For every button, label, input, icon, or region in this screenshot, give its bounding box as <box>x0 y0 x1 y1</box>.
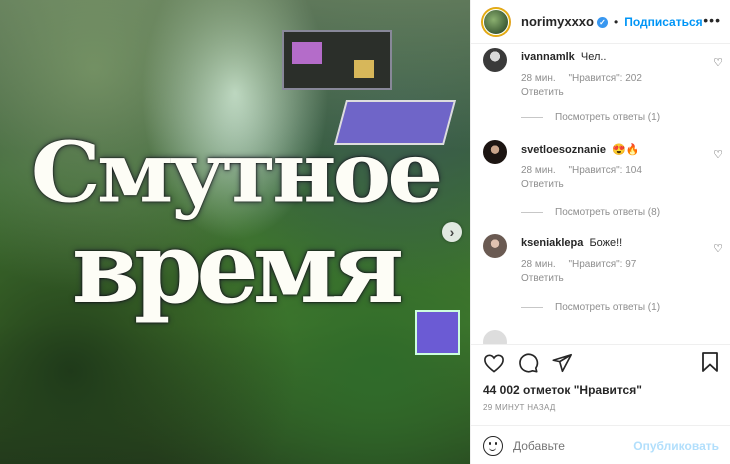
post-image[interactable]: Смутное время › <box>0 0 470 464</box>
follow-button[interactable]: Подписаться <box>624 15 702 29</box>
more-options-icon[interactable]: ••• <box>703 12 721 28</box>
separator-dot: • <box>613 14 619 29</box>
comment-username[interactable]: svetloesoznanie <box>521 144 606 156</box>
comment-text: Боже!! <box>589 237 623 249</box>
headline-line-1: Смутное <box>30 122 443 222</box>
comments-list: ivannamlk Чел.. 28 мин. "Нравится": 202 … <box>471 44 730 344</box>
emoji-icon[interactable] <box>483 435 503 456</box>
comment-likes[interactable]: "Нравится": 202 <box>568 73 641 84</box>
comment-input[interactable] <box>513 438 633 453</box>
add-comment-bar: Опубликовать <box>471 425 730 464</box>
view-replies-button[interactable]: Посмотреть ответы (8) <box>521 207 660 218</box>
comment-bubble-icon[interactable] <box>517 352 539 374</box>
comment-likes[interactable]: "Нравится": 97 <box>568 259 636 270</box>
avatar[interactable] <box>481 6 511 37</box>
post-actions: 44 002 отметок "Нравится" 29 МИНУТ НАЗАД… <box>471 344 730 464</box>
image-house <box>282 30 392 90</box>
like-heart-icon[interactable] <box>483 353 505 373</box>
chevron-right-icon: › <box>449 224 455 240</box>
bookmark-icon[interactable] <box>701 351 719 373</box>
view-replies-button[interactable]: Посмотреть ответы (1) <box>521 302 660 313</box>
comment-avatar[interactable] <box>483 330 507 344</box>
comment-likes[interactable]: "Нравится": 104 <box>568 165 641 176</box>
share-paper-plane-icon[interactable] <box>551 352 573 374</box>
post-headline: Смутное время <box>0 128 470 318</box>
comment-text: 😍🔥 <box>612 144 640 156</box>
comment-text: Чел.. <box>580 51 607 63</box>
comment-avatar[interactable] <box>483 234 507 258</box>
reply-button[interactable]: Ответить <box>521 87 564 98</box>
reply-button[interactable]: Ответить <box>521 273 564 284</box>
comment-avatar[interactable] <box>483 48 507 72</box>
heart-icon[interactable]: ♡ <box>713 56 723 69</box>
heart-icon[interactable]: ♡ <box>713 242 723 255</box>
publish-button[interactable]: Опубликовать <box>633 439 719 453</box>
likes-count[interactable]: 44 002 отметок "Нравится" <box>483 383 642 397</box>
view-replies-button[interactable]: Посмотреть ответы (1) <box>521 112 660 123</box>
comment-time[interactable]: 28 мин. <box>521 165 556 176</box>
comment-avatar[interactable] <box>483 140 507 164</box>
comment-time[interactable]: 28 мин. <box>521 73 556 84</box>
reply-button[interactable]: Ответить <box>521 179 564 190</box>
heart-icon[interactable]: ♡ <box>713 148 723 161</box>
headline-line-2: время <box>71 211 405 326</box>
post-side-panel: norimyxxxo ✓ • Подписаться ••• ivannamlk … <box>470 0 730 464</box>
verified-badge-icon: ✓ <box>596 17 608 28</box>
comment-username[interactable]: ivannamlk <box>521 51 575 63</box>
next-slide-button[interactable]: › <box>442 222 462 242</box>
comment-time[interactable]: 28 мин. <box>521 259 556 270</box>
author-username[interactable]: norimyxxxo ✓ <box>521 14 608 29</box>
posted-time[interactable]: 29 МИНУТ НАЗАД <box>483 403 556 412</box>
post-header: norimyxxxo ✓ • Подписаться ••• <box>471 0 730 44</box>
comment-username[interactable]: kseniaklepa <box>521 237 583 249</box>
